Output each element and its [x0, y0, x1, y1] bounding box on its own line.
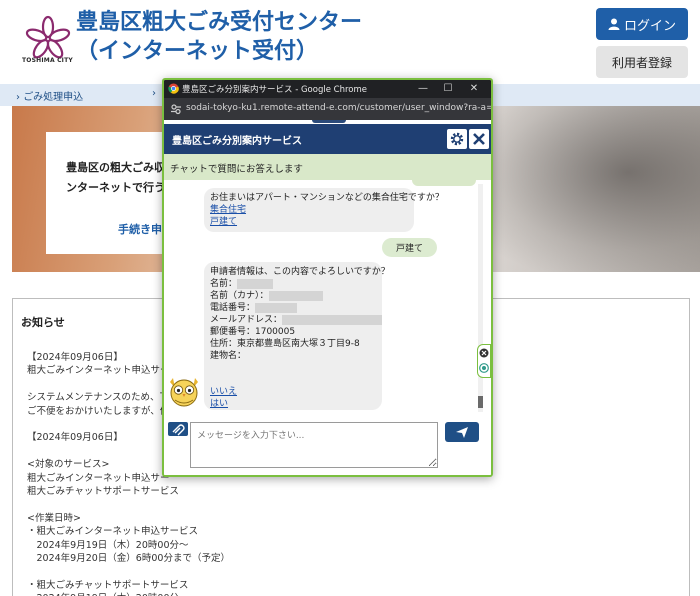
redacted-phone	[255, 302, 298, 313]
window-close-icon[interactable]: ✕	[467, 82, 481, 96]
nav-item-garbage-apply[interactable]: › ごみ処理申込	[16, 88, 83, 103]
register-label: 利用者登録	[611, 55, 672, 70]
message-input[interactable]	[190, 422, 438, 468]
close-icon	[473, 133, 485, 145]
maximize-icon[interactable]: ☐	[441, 82, 455, 96]
gear-icon	[450, 132, 464, 146]
send-button[interactable]	[445, 422, 479, 442]
nav-item-next[interactable]: ›	[152, 88, 156, 99]
news-line: 【2024年09月06日】	[27, 352, 123, 363]
window-titlebar[interactable]: 豊島区ごみ分別案内サービス - Google Chrome — ☐ ✕	[164, 80, 491, 98]
option-yes-link[interactable]: はい	[210, 399, 228, 409]
redacted-name	[237, 278, 274, 289]
logo-text: TOSHIMA CITY	[22, 57, 73, 64]
site-header: TOSHIMA CITY 豊島区粗大ごみ受付センター （インターネット受付） ロ…	[0, 0, 700, 84]
news-line: 2024年9月19日（木）20時00分～	[27, 539, 189, 551]
chat-subheader-text: チャットで質問にお答えします	[170, 164, 303, 175]
attach-icon[interactable]	[168, 422, 188, 436]
site-title[interactable]: 豊島区粗大ごみ受付センター （インターネット受付）	[76, 8, 362, 66]
register-button[interactable]: 利用者登録	[596, 46, 688, 78]
chat-input-row	[164, 416, 491, 475]
bot-message-confirm: 申請者情報は、この内容でよろしいですか？ 名前： 名前（カナ）： 電話番号： メ…	[204, 262, 390, 410]
news-line: 粗大ごみチャットサポートサービス	[27, 486, 179, 497]
side-tab[interactable]	[477, 344, 491, 378]
url-text: sodai-tokyo-ku1.remote-attend-e.com/cust…	[186, 103, 493, 113]
chat-popup-window[interactable]: 豊島区ごみ分別案内サービス - Google Chrome — ☐ ✕ soda…	[162, 78, 493, 477]
news-line: ご不便をおかけいたしますが、何	[27, 405, 170, 417]
hero-image-shade	[460, 106, 700, 272]
previous-user-bubble	[412, 180, 476, 186]
user-message: 戸建て	[382, 238, 438, 257]
chat-subheader: チャットで質問にお答えします	[164, 154, 491, 180]
bot-message-housing: お住まいはアパート・マンションなどの集合住宅ですか？ 集合住宅 戸建て	[204, 188, 444, 232]
redacted-kana	[268, 290, 323, 301]
news-line: <作業日時>	[27, 512, 81, 524]
news-title: お知らせ	[21, 316, 65, 329]
site-title-line1: 豊島区粗大ごみ受付センター	[76, 10, 363, 35]
news-line: <対象のサービス>	[27, 459, 110, 471]
news-line: システムメンテナンスのため、下	[27, 392, 170, 404]
news-line: 粗大ごみインターネット申込サー	[27, 365, 170, 377]
chrome-icon	[168, 83, 179, 94]
login-label: ログイン	[623, 18, 676, 34]
chat-header: 豊島区ごみ分別案内サービス	[164, 124, 491, 154]
tab-indicator	[312, 120, 346, 123]
news-line: 粗大ごみインターネット申込サー	[27, 472, 170, 484]
bot-question: お住まいはアパート・マンションなどの集合住宅ですか？	[210, 193, 444, 203]
chat-close-button[interactable]	[469, 129, 489, 149]
chat-message-area[interactable]: お住まいはアパート・マンションなどの集合住宅ですか？ 集合住宅 戸建て 戸建て …	[164, 180, 491, 416]
minimize-icon[interactable]: —	[416, 82, 430, 96]
news-line: 2024年9月19日（木）20時00分～	[27, 590, 189, 596]
side-close-icon[interactable]	[479, 348, 489, 358]
chat-scroll-thumb[interactable]	[478, 396, 483, 408]
chat-title: 豊島区ごみ分別案内サービス	[172, 136, 302, 147]
login-button[interactable]: ログイン	[596, 8, 688, 40]
site-info-icon[interactable]	[170, 103, 182, 115]
news-line: 2024年9月20日（金）6時00分まで（予定）	[27, 553, 230, 564]
user-icon	[608, 18, 620, 30]
side-target-icon[interactable]	[479, 363, 489, 373]
option-apartment-link[interactable]: 集合住宅	[210, 205, 246, 215]
option-no-link[interactable]: いいえ	[210, 387, 237, 397]
address-bar[interactable]: sodai-tokyo-ku1.remote-attend-e.com/cust…	[164, 98, 491, 120]
site-title-line2: （インターネット受付）	[76, 39, 319, 64]
send-icon	[456, 426, 468, 438]
settings-button[interactable]	[447, 129, 467, 149]
news-line: 【2024年09月06日】	[27, 432, 123, 444]
redacted-email	[282, 314, 383, 325]
option-house-link[interactable]: 戸建て	[210, 217, 237, 227]
news-line: ・粗大ごみインターネット申込サービス	[27, 526, 199, 538]
window-title: 豊島区ごみ分別案内サービス - Google Chrome	[182, 85, 367, 95]
news-line: ・粗大ごみチャットサポートサービス	[27, 579, 189, 591]
mascot-owl-icon	[170, 378, 198, 407]
